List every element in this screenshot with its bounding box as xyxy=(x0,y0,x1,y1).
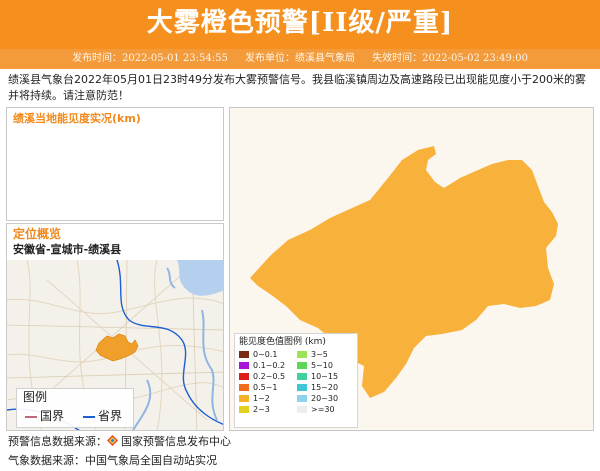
color-legend-title: 能见度色值图例 (km) xyxy=(239,337,326,347)
visibility-panel: 绩溪当地能见度实况(km) xyxy=(6,107,224,221)
legend-label: 0.5~1 xyxy=(253,383,278,392)
legend-item: 0.5~1 xyxy=(239,383,297,393)
overview-map[interactable]: 图例 国界 省界 xyxy=(7,259,223,430)
overview-legend-title: 图例 xyxy=(23,390,48,404)
legend-item: 0.2~0.5 xyxy=(239,372,297,382)
legend-item: 1~2 xyxy=(239,394,297,404)
legend-item: 0.1~0.2 xyxy=(239,361,297,371)
weather-source-line: 气象数据来源：中国气象局全国自动站实况 xyxy=(8,454,217,467)
province-border-swatch xyxy=(83,415,95,418)
legend-label: 0.1~0.2 xyxy=(253,361,286,370)
location-panel: 定位概览 安徽省-宣城市-绩溪县 图例 国界 省界 xyxy=(6,223,224,431)
visibility-panel-title: 绩溪当地能见度实况(km) xyxy=(13,112,141,125)
legend-label: 1~2 xyxy=(253,394,270,403)
overview-map-legend: 图例 国界 省界 xyxy=(16,388,134,428)
legend-swatch xyxy=(297,406,307,413)
legend-label: >=30 xyxy=(311,405,335,414)
national-border-label: 国界 xyxy=(40,409,65,423)
legend-swatch xyxy=(297,373,307,380)
legend-swatch xyxy=(239,384,249,391)
expire-time: 失效时间：2022-05-02 23:49:00 xyxy=(372,53,528,64)
color-legend-grid: 0~0.1 3~5 0.1~0.2 5~10 0.2~0.5 10~15 0.5… xyxy=(239,350,353,415)
warning-banner: 大雾橙色预警[II级/严重] xyxy=(0,0,600,49)
legend-swatch xyxy=(239,406,249,413)
warning-description: 绩溪县气象台2022年05月01日23时49分发布大雾预警信号。我县临溪镇周边及… xyxy=(8,73,586,102)
legend-item-province-border: 省界 xyxy=(83,409,122,423)
legend-item: 10~15 xyxy=(297,372,355,382)
warning-source-prefix: 预警信息数据来源： xyxy=(8,435,107,448)
legend-label: 2~3 xyxy=(253,405,270,414)
legend-item-national-border: 国界 xyxy=(25,409,64,423)
county-map[interactable]: 能见度色值图例 (km) 0~0.1 3~5 0.1~0.2 5~10 0.2~… xyxy=(229,107,594,431)
legend-label: 0.2~0.5 xyxy=(253,372,286,381)
legend-swatch xyxy=(239,373,249,380)
legend-item: >=30 xyxy=(297,405,355,415)
legend-item: 2~3 xyxy=(239,405,297,415)
legend-label: 10~15 xyxy=(311,372,339,381)
legend-item: 3~5 xyxy=(297,350,355,360)
warning-center-logo-icon xyxy=(107,435,118,446)
legend-swatch xyxy=(297,362,307,369)
legend-label: 15~20 xyxy=(311,383,339,392)
warning-title: 大雾橙色预警[II级/严重] xyxy=(146,8,454,38)
province-border-label: 省界 xyxy=(98,409,123,423)
warning-meta-bar: 发布时间：2022-05-01 23:54:55 发布单位：绩溪县气象局 失效时… xyxy=(0,49,600,69)
legend-label: 20~30 xyxy=(311,394,339,403)
legend-label: 3~5 xyxy=(311,350,328,359)
legend-swatch xyxy=(297,395,307,402)
legend-swatch xyxy=(239,351,249,358)
legend-swatch xyxy=(297,351,307,358)
national-border-swatch xyxy=(25,415,37,418)
legend-item: 20~30 xyxy=(297,394,355,404)
legend-item: 0~0.1 xyxy=(239,350,297,360)
location-path: 安徽省-宣城市-绩溪县 xyxy=(13,243,122,256)
warning-source-line: 预警信息数据来源： 国家预警信息发布中心 xyxy=(8,435,231,449)
legend-item: 15~20 xyxy=(297,383,355,393)
warning-source-name[interactable]: 国家预警信息发布中心 xyxy=(121,435,231,448)
publisher: 发布单位：绩溪县气象局 xyxy=(245,53,355,64)
legend-label: 5~10 xyxy=(311,361,333,370)
legend-item: 5~10 xyxy=(297,361,355,371)
legend-swatch xyxy=(297,384,307,391)
legend-swatch xyxy=(239,395,249,402)
legend-swatch xyxy=(239,362,249,369)
legend-label: 0~0.1 xyxy=(253,350,278,359)
location-panel-title: 定位概览 xyxy=(13,227,62,241)
visibility-color-legend: 能见度色值图例 (km) 0~0.1 3~5 0.1~0.2 5~10 0.2~… xyxy=(234,333,358,428)
publish-time: 发布时间：2022-05-01 23:54:55 xyxy=(72,53,228,64)
